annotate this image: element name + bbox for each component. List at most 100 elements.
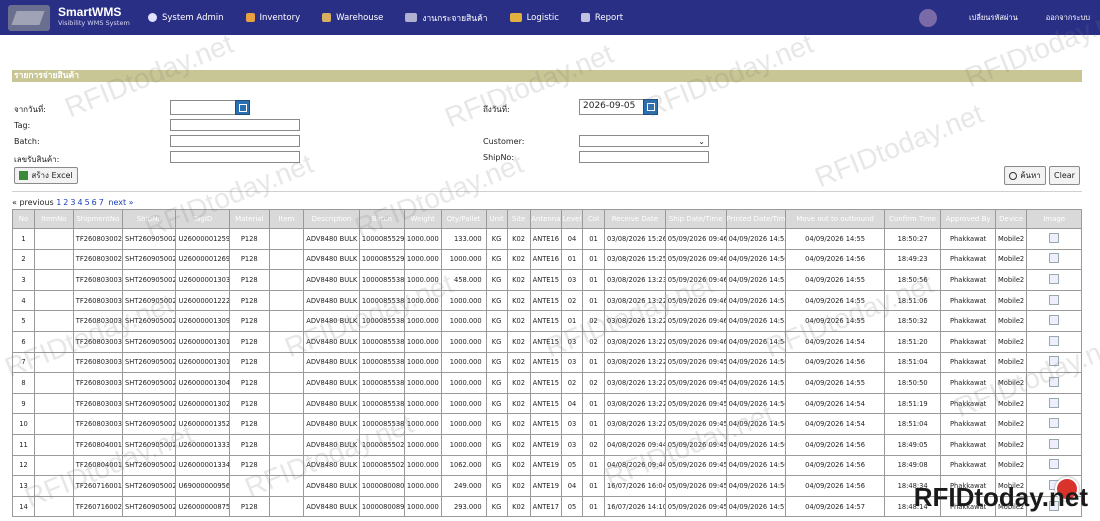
column-header[interactable]: No bbox=[12, 209, 35, 229]
table-cell: 04/09/2026 14:55 bbox=[725, 289, 787, 312]
table-cell: 14 bbox=[12, 495, 35, 518]
pager-page-link[interactable]: 3 bbox=[70, 198, 75, 207]
customer-select[interactable]: ⌄ bbox=[579, 135, 709, 147]
table-row[interactable]: 1 TF260803002 SHT260905002 U26000001259 P128… bbox=[12, 228, 1082, 250]
column-header[interactable]: Image bbox=[1026, 209, 1082, 229]
from-date-calendar-icon[interactable] bbox=[235, 100, 250, 115]
broken-image-icon[interactable] bbox=[1049, 273, 1060, 284]
table-row[interactable]: 7 TF260803003 SHT260905002 U26000001301 P128… bbox=[12, 351, 1082, 374]
column-header[interactable]: Item bbox=[268, 209, 305, 229]
column-header[interactable]: Batch bbox=[358, 209, 405, 229]
column-header[interactable]: Receive Date bbox=[604, 209, 666, 229]
to-date-input[interactable]: 2026-09-05 bbox=[579, 99, 644, 115]
table-cell: 4 bbox=[12, 289, 35, 312]
batch-input[interactable] bbox=[170, 135, 300, 147]
table-cell: 04/09/2026 14:57 bbox=[785, 495, 885, 518]
table-cell bbox=[34, 413, 74, 435]
from-date-input[interactable] bbox=[170, 100, 236, 115]
broken-image-icon[interactable] bbox=[1049, 232, 1060, 243]
table-cell bbox=[268, 495, 305, 518]
column-header[interactable]: Qty/Pallet bbox=[440, 209, 487, 229]
table-cell: Phakkawat bbox=[940, 433, 996, 456]
table-row[interactable]: 4 TF260803003 SHT260905002 U26000001222 P128… bbox=[12, 289, 1082, 312]
column-header[interactable]: Printed Date/Time bbox=[725, 209, 787, 229]
search-button[interactable]: ค้นหา bbox=[1004, 166, 1046, 185]
table-cell: P128 bbox=[228, 392, 270, 415]
table-cell: ADV8480 BULK bbox=[303, 495, 360, 518]
column-header[interactable]: Antenna bbox=[529, 209, 563, 229]
column-header[interactable]: Weight bbox=[403, 209, 442, 229]
broken-image-icon[interactable] bbox=[1049, 294, 1060, 305]
table-row[interactable]: 6 TF260803003 SHT260905002 U26000001301 P128… bbox=[12, 330, 1082, 353]
column-header[interactable]: Approved By bbox=[940, 209, 996, 229]
logout-link[interactable]: ออกจากระบบ bbox=[1046, 12, 1090, 24]
pager-page-link[interactable]: 4 bbox=[77, 198, 82, 207]
table-cell: SHT260905002 bbox=[122, 351, 177, 374]
table-row[interactable]: 9 TF260803003 SHT260905002 U26000001302 P128… bbox=[12, 392, 1082, 415]
column-header[interactable]: Confirm Time bbox=[883, 209, 942, 229]
pager-page-link[interactable]: 5 bbox=[85, 198, 90, 207]
column-header[interactable]: ShipmentNo bbox=[72, 209, 124, 229]
broken-image-icon[interactable] bbox=[1049, 376, 1060, 387]
column-header[interactable]: Description bbox=[303, 209, 360, 229]
table-cell: 18:50:50 bbox=[883, 372, 942, 394]
column-header[interactable]: Move out to outbound bbox=[785, 209, 885, 229]
column-header[interactable]: TagID bbox=[175, 209, 230, 229]
table-cell: 1000.000 bbox=[403, 392, 442, 415]
broken-image-icon[interactable] bbox=[1049, 315, 1060, 326]
shipno-input[interactable] bbox=[579, 151, 709, 163]
menu-system-admin[interactable]: System Admin bbox=[148, 13, 224, 23]
column-header[interactable]: ShipNo bbox=[122, 209, 177, 229]
broken-image-icon[interactable] bbox=[1049, 397, 1060, 408]
warehouse-icon bbox=[322, 13, 332, 22]
table-cell: SHT260905002 bbox=[122, 495, 177, 518]
table-cell: 03/08/2026 13:22 bbox=[604, 413, 666, 435]
column-header[interactable]: Device bbox=[994, 209, 1028, 229]
column-header[interactable]: Level bbox=[561, 209, 583, 229]
change-password-link[interactable]: เปลี่ยนรหัสผ่าน bbox=[969, 12, 1018, 24]
table-cell: P128 bbox=[228, 248, 270, 271]
table-cell: 02 bbox=[582, 330, 605, 353]
tag-input[interactable] bbox=[170, 119, 300, 131]
pager-page-link[interactable]: 6 bbox=[92, 198, 97, 207]
column-header[interactable]: Col bbox=[582, 209, 605, 229]
export-excel-button[interactable]: สร้าง Excel bbox=[14, 167, 78, 184]
column-header[interactable]: Material bbox=[228, 209, 270, 229]
menu-warehouse[interactable]: Warehouse bbox=[322, 13, 383, 23]
table-cell bbox=[268, 351, 305, 374]
broken-image-icon[interactable] bbox=[1049, 356, 1060, 367]
table-cell: P128 bbox=[228, 413, 270, 435]
broken-image-icon[interactable] bbox=[1049, 438, 1060, 449]
menu-distribution[interactable]: งานกระจายสินค้า bbox=[405, 11, 488, 25]
broken-image-icon[interactable] bbox=[1049, 459, 1060, 470]
table-cell: 1000085529 bbox=[358, 228, 405, 250]
pager-next[interactable]: next » bbox=[108, 198, 133, 207]
table-cell: SHT260905002 bbox=[122, 413, 177, 435]
table-row[interactable]: 5 TF260803003 SHT260905002 U26000001309 P128… bbox=[12, 310, 1082, 332]
receipt-no-input[interactable] bbox=[170, 151, 300, 163]
table-row[interactable]: 3 TF260803003 SHT260905002 U26000001303 P128… bbox=[12, 269, 1082, 291]
table-row[interactable]: 11 TF260804001 SHT260905002 U26000001333 P12… bbox=[12, 433, 1082, 456]
pager-page-link[interactable]: 2 bbox=[63, 198, 68, 207]
broken-image-icon[interactable] bbox=[1049, 418, 1060, 429]
menu-logistic[interactable]: Logistic bbox=[509, 13, 559, 23]
broken-image-icon[interactable] bbox=[1049, 253, 1060, 264]
table-row[interactable]: 12 TF260804001 SHT260905002 U26000001334 P12… bbox=[12, 454, 1082, 477]
table-cell: 04/09/2026 14:56 bbox=[785, 433, 885, 456]
clear-button[interactable]: Clear bbox=[1049, 166, 1080, 185]
table-row[interactable]: 2 TF260803002 SHT260905002 U26000001269 P128… bbox=[12, 248, 1082, 271]
table-row[interactable]: 8 TF260803003 SHT260905002 U26000001304 P128… bbox=[12, 372, 1082, 394]
column-header[interactable]: Site bbox=[506, 209, 531, 229]
table-row[interactable]: 10 TF260803003 SHT260905002 U26000001352 P12… bbox=[12, 413, 1082, 435]
to-date-calendar-icon[interactable] bbox=[643, 99, 658, 115]
column-header[interactable]: ItemNo bbox=[34, 209, 74, 229]
column-header[interactable]: Ship Date/Time bbox=[664, 209, 727, 229]
menu-inventory[interactable]: Inventory bbox=[245, 13, 300, 23]
app-logo[interactable]: SmartWMS Visibility WMS System bbox=[8, 4, 148, 31]
broken-image-icon[interactable] bbox=[1049, 335, 1060, 346]
column-header[interactable]: Unit bbox=[485, 209, 508, 229]
avatar[interactable] bbox=[918, 8, 937, 27]
menu-report[interactable]: Report bbox=[580, 13, 623, 23]
pager-page-link[interactable]: 1 bbox=[56, 198, 61, 207]
pager-page-link[interactable]: 7 bbox=[99, 198, 104, 207]
